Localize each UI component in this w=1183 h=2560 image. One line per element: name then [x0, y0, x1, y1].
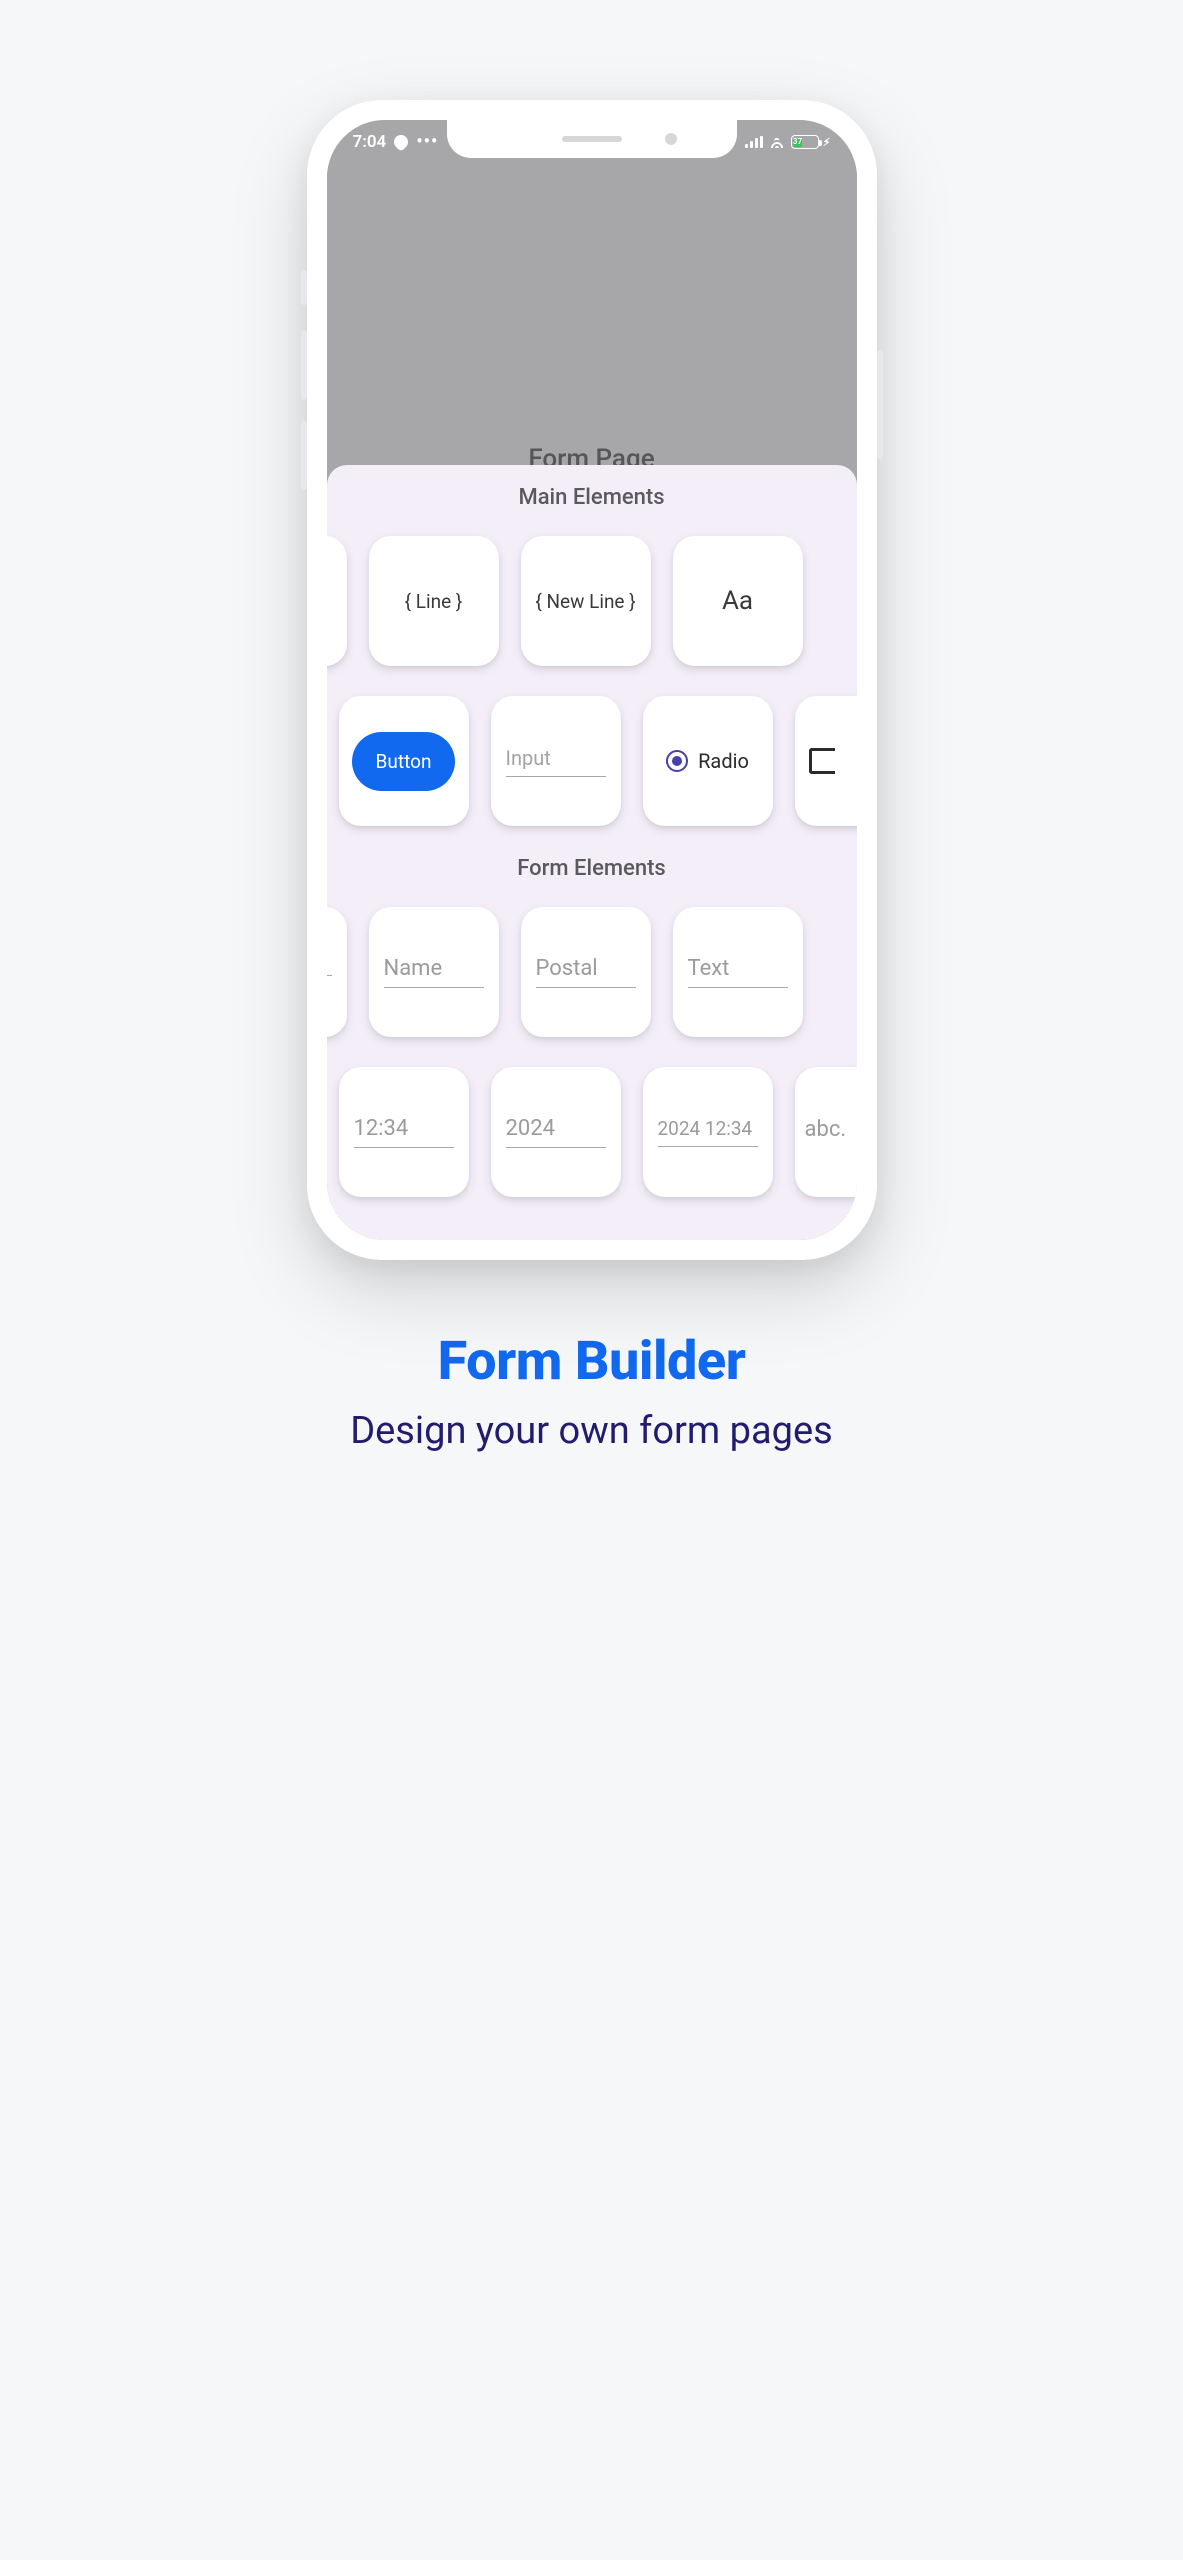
element-line-label: { Line }	[405, 590, 463, 613]
form-field-card-time[interactable]: 12:34	[339, 1067, 469, 1197]
button-preview: Button	[352, 732, 456, 791]
main-elements-heading: Main Elements	[327, 485, 857, 510]
form-field-label	[327, 969, 332, 976]
phone-screen: 7:04 ••• 37 ⚡︎ Form Page Main Elements 1	[327, 120, 857, 1240]
radio-icon	[666, 750, 688, 772]
marketing-headline: Form Builder	[438, 1330, 746, 1393]
phone-side-button	[301, 420, 307, 490]
phone-frame: 7:04 ••• 37 ⚡︎ Form Page Main Elements 1	[307, 100, 877, 1260]
form-field-label: Text	[688, 956, 788, 988]
form-field-card-name[interactable]: Name	[369, 907, 499, 1037]
element-aa-label: Aa	[722, 586, 753, 616]
phone-side-button	[301, 330, 307, 400]
form-field-card-datetime[interactable]: 2024 12:34	[643, 1067, 773, 1197]
main-elements-row-2[interactable]: Button Input Radio	[339, 696, 857, 826]
elements-sheet[interactable]: Main Elements 1 { Line } { New Line } Aa…	[327, 465, 857, 1240]
status-time: 7:04	[353, 132, 387, 152]
battery-percent: 37	[793, 138, 802, 146]
form-field-card-text[interactable]: Text	[673, 907, 803, 1037]
phone-side-button	[877, 350, 883, 460]
element-card-checkbox[interactable]	[795, 696, 857, 826]
phone-notch	[447, 120, 737, 158]
form-field-card-year[interactable]: 2024	[491, 1067, 621, 1197]
element-card-newline[interactable]: { New Line }	[521, 536, 651, 666]
form-field-label: Name	[384, 956, 484, 988]
element-card-radio[interactable]: Radio	[643, 696, 773, 826]
battery-icon: 37	[791, 135, 819, 149]
form-elements-row-1[interactable]: Name Postal Text	[327, 907, 857, 1037]
phone-camera	[665, 133, 677, 145]
checkbox-icon	[809, 748, 835, 774]
wifi-icon	[769, 136, 785, 148]
input-preview: Input	[506, 746, 606, 777]
form-field-card[interactable]	[327, 907, 347, 1037]
phone-speaker	[562, 136, 622, 142]
form-field-label: Postal	[536, 956, 636, 988]
more-icon: •••	[416, 133, 438, 151]
main-elements-row-1[interactable]: 1 { Line } { New Line } Aa	[327, 536, 857, 666]
form-page-preview: Form Page	[327, 120, 857, 480]
form-elements-heading: Form Elements	[327, 856, 857, 881]
form-field-label: 2024 12:34	[658, 1117, 758, 1147]
radio-label: Radio	[698, 749, 749, 773]
chat-icon	[391, 132, 411, 152]
element-newline-label: { New Line }	[535, 590, 635, 613]
marketing-subline: Design your own form pages	[350, 1409, 833, 1453]
form-field-label: 12:34	[354, 1116, 454, 1148]
form-field-label: abc.	[805, 1117, 845, 1148]
phone-side-button	[301, 270, 307, 305]
element-card-line[interactable]: { Line }	[369, 536, 499, 666]
element-card-text[interactable]: Aa	[673, 536, 803, 666]
cellular-icon	[745, 136, 763, 148]
form-elements-row-2[interactable]: 12:34 2024 2024 12:34 abc.	[339, 1067, 857, 1197]
element-card-input[interactable]: Input	[491, 696, 621, 826]
charging-icon: ⚡︎	[823, 136, 831, 149]
form-field-card-postal[interactable]: Postal	[521, 907, 651, 1037]
form-field-label: 2024	[506, 1116, 606, 1148]
element-card-button[interactable]: Button	[339, 696, 469, 826]
form-field-card-abc[interactable]: abc.	[795, 1067, 857, 1197]
element-card-number[interactable]: 1	[327, 536, 347, 666]
